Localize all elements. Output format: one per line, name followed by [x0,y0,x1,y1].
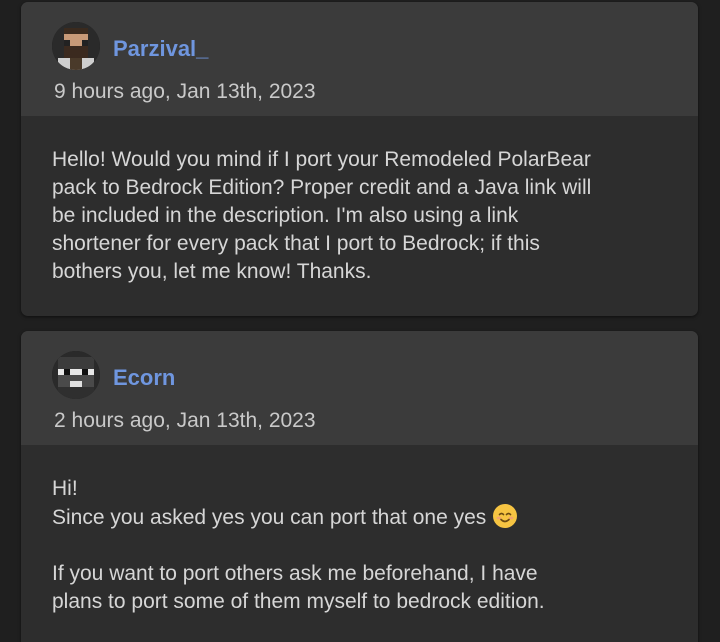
comment-card: Parzival_ 9 hours ago, Jan 13th, 2023 He… [21,2,698,316]
avatar[interactable] [52,22,100,70]
comment-body-line: Since you asked yes you can port that on… [52,506,487,529]
comment-body: Hi! Since you asked yes you can port tha… [21,445,698,616]
comment-timestamp: 2 hours ago, Jan 13th, 2023 [54,409,316,432]
comment-feed: Parzival_ 9 hours ago, Jan 13th, 2023 He… [0,0,720,642]
author-link[interactable]: Ecorn [113,365,175,391]
comment-header: Parzival_ 9 hours ago, Jan 13th, 2023 [21,2,698,116]
smiling-face-emoji-icon [492,503,518,529]
minecraft-skin-avatar-icon [52,22,100,70]
comment-card: Ecorn 2 hours ago, Jan 13th, 2023 Hi! Si… [21,331,698,642]
comment-header: Ecorn 2 hours ago, Jan 13th, 2023 [21,331,698,445]
avatar[interactable] [52,351,100,399]
author-link[interactable]: Parzival_ [113,36,208,62]
comment-body-line: If you want to port others ask me before… [52,562,545,613]
comment-timestamp: 9 hours ago, Jan 13th, 2023 [54,80,316,103]
comment-body-line: Hi! [52,477,78,500]
comment-body: Hello! Would you mind if I port your Rem… [52,148,592,283]
minecraft-skin-avatar-icon [52,351,100,399]
